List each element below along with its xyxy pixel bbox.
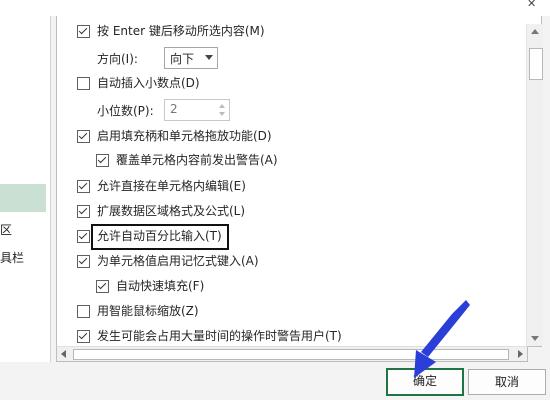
annotation-arrow-icon — [414, 300, 470, 378]
